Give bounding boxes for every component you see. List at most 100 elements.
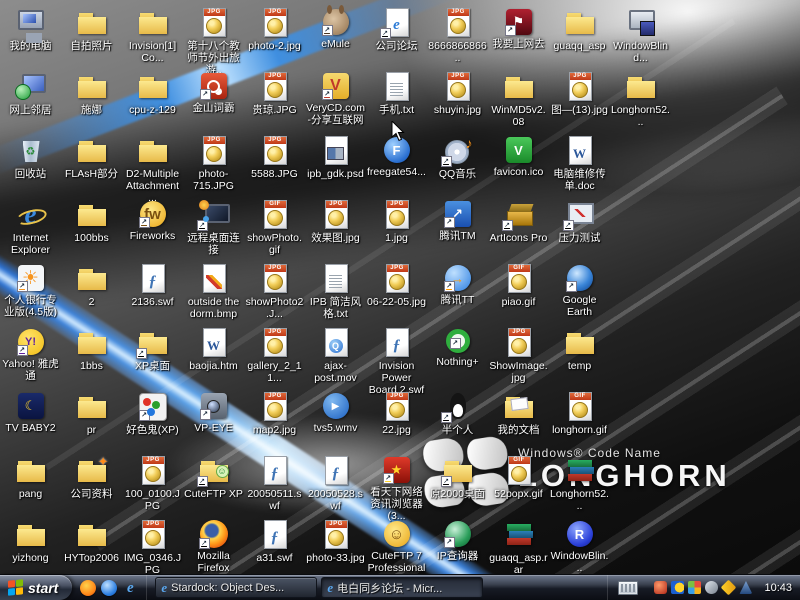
- desktop-icon[interactable]: JPGshowPhoto2.J...: [244, 262, 305, 320]
- taskbar-window-button[interactable]: e电白同乡论坛 - Micr...: [321, 577, 483, 598]
- desktop-icon[interactable]: 金山词霸: [183, 70, 244, 114]
- desktop-icon[interactable]: ★看天下网络资讯浏览器(3...: [366, 454, 427, 522]
- media-player-quicklaunch-icon[interactable]: [101, 580, 117, 596]
- firefox-quicklaunch-icon[interactable]: [80, 580, 96, 596]
- desktop-icon[interactable]: ƒ2136.swf: [122, 262, 183, 308]
- desktop-icon[interactable]: ipb_gdk.psd: [305, 134, 366, 180]
- desktop-icon[interactable]: VVeryCD.com -分享互联网: [305, 70, 366, 126]
- desktop-icon[interactable]: JPG06-22-05.jpg: [366, 262, 427, 308]
- desktop-icon[interactable]: GIFlonghorn.gif: [549, 390, 610, 436]
- taskbar-clock[interactable]: 10:43: [764, 582, 792, 594]
- desktop-icon[interactable]: Wbaojia.htm: [183, 326, 244, 372]
- desktop[interactable]: Windows® Code Name LONGHORN 我的电脑自拍照片Invi…: [0, 0, 800, 600]
- desktop-icon[interactable]: guaqq_asp: [549, 6, 610, 52]
- desktop-icon[interactable]: JPGShowImage.jpg: [488, 326, 549, 384]
- desktop-icon[interactable]: Mozilla Firefox: [183, 518, 244, 574]
- desktop-icon[interactable]: 好色鬼(XP): [122, 390, 183, 436]
- desktop-icon[interactable]: outside the dorm.bmp: [183, 262, 244, 320]
- desktop-icon[interactable]: JPGgallery_2_11...: [244, 326, 305, 384]
- desktop-icon[interactable]: pang: [0, 454, 61, 500]
- desktop-icon[interactable]: JPG第十八个教师节外出旅游..: [183, 6, 244, 76]
- desktop-icon[interactable]: WindowBlind...: [610, 6, 671, 64]
- desktop-icon[interactable]: yizhong: [0, 518, 61, 564]
- desktop-icon[interactable]: ▶tvs5.wmv: [305, 390, 366, 434]
- desktop-icon[interactable]: JPGIMG_0346.JPG: [122, 518, 183, 576]
- desktop-icon[interactable]: ƒ20050528.swf: [305, 454, 366, 512]
- desktop-icon[interactable]: 施娜: [61, 70, 122, 116]
- desktop-icon[interactable]: IP查询器: [427, 518, 488, 562]
- desktop-icon[interactable]: JPG1.jpg: [366, 198, 427, 244]
- tablet-pen-tray-icon[interactable]: [705, 581, 718, 594]
- desktop-icon[interactable]: JPG贵琼.JPG: [244, 70, 305, 116]
- desktop-icon[interactable]: Y!Yahoo! 雅虎通: [0, 326, 61, 382]
- desktop-icon[interactable]: temp: [549, 326, 610, 372]
- desktop-icon[interactable]: ☀个人银行专业版(4.5版): [0, 262, 61, 318]
- desktop-icon[interactable]: cpu-z-129: [122, 70, 183, 116]
- desktop-icon[interactable]: JPGshuyin.jpg: [427, 70, 488, 116]
- desktop-icon[interactable]: JPG100_0100.JPG: [122, 454, 183, 512]
- desktop-icon[interactable]: ƒa31.swf: [244, 518, 305, 564]
- desktop-icon[interactable]: D2-Multiple Attachment ...: [122, 134, 183, 204]
- desktop-icon[interactable]: 自拍照片: [61, 6, 122, 52]
- desktop-icon[interactable]: 公司资料: [61, 454, 122, 500]
- desktop-icon[interactable]: 回收站: [0, 134, 61, 180]
- desktop-icon[interactable]: W电脑维修传单.doc: [549, 134, 610, 192]
- desktop-icon[interactable]: ☾TV BABY2: [0, 390, 61, 434]
- desktop-icon[interactable]: guaqq_asp.rar: [488, 518, 549, 576]
- pencil-tool-tray-icon[interactable]: [721, 580, 737, 596]
- desktop-icon[interactable]: 半个人: [427, 390, 488, 436]
- desktop-icon[interactable]: IPB 简洁风格.txt: [305, 262, 366, 320]
- start-button[interactable]: start: [0, 575, 72, 600]
- desktop-icon[interactable]: JPGphoto-715.JPG: [183, 134, 244, 192]
- input-method-keyboard-icon[interactable]: [618, 581, 638, 595]
- desktop-icon[interactable]: 网上邻居: [0, 70, 61, 116]
- desktop-icon[interactable]: ajax-post.mov: [305, 326, 366, 384]
- desktop-icon[interactable]: pr: [61, 390, 122, 436]
- msn-cube-tray-icon[interactable]: [688, 581, 701, 594]
- desktop-icon[interactable]: fwFireworks: [122, 198, 183, 242]
- desktop-icon[interactable]: JPG22.jpg: [366, 390, 427, 436]
- taskbar-window-button[interactable]: eStardock: Object Des...: [155, 577, 317, 598]
- desktop-icon[interactable]: ArtIcons Pro: [488, 198, 549, 244]
- desktop-icon[interactable]: Vfavicon.ico: [488, 134, 549, 178]
- desktop-icon[interactable]: JPGphoto-33.jpg: [305, 518, 366, 564]
- desktop-icon[interactable]: Nothing+: [427, 326, 488, 368]
- desktop-icon[interactable]: 1bbs: [61, 326, 122, 372]
- desktop-icon[interactable]: RWindowBlin...: [549, 518, 610, 574]
- desktop-icon[interactable]: ⚑我要上网去: [488, 6, 549, 50]
- desktop-icon[interactable]: GIFshowPhoto.gif: [244, 198, 305, 256]
- desktop-icon[interactable]: 我的电脑: [0, 6, 61, 52]
- desktop-icon[interactable]: XP桌面: [122, 326, 183, 372]
- desktop-icon[interactable]: ↗腾讯TM: [427, 198, 488, 242]
- internet-explorer-quicklaunch-icon[interactable]: e: [122, 580, 138, 596]
- desktop-icon[interactable]: 原2000桌面: [427, 454, 488, 500]
- desktop-icon[interactable]: 手机.txt: [366, 70, 427, 116]
- desktop-icon[interactable]: FLAsH部分: [61, 134, 122, 180]
- desktop-icon[interactable]: 压力测试: [549, 198, 610, 244]
- desktop-icon[interactable]: e公司论坛: [366, 6, 427, 52]
- desktop-icon[interactable]: JPG8666866866..: [427, 6, 488, 64]
- desktop-icon[interactable]: ☺CuteFTP 7 Professional: [366, 518, 427, 574]
- desktop-icon[interactable]: 我的文档: [488, 390, 549, 436]
- desktop-icon[interactable]: Invision[1] Co...: [122, 6, 183, 64]
- desktop-icon[interactable]: eMule: [305, 6, 366, 50]
- desktop-icon[interactable]: 100bbs: [61, 198, 122, 244]
- desktop-icon[interactable]: VP-EYE: [183, 390, 244, 434]
- desktop-icon[interactable]: 远程桌面连接: [183, 198, 244, 256]
- desktop-icon[interactable]: Longhorn52...: [610, 70, 671, 128]
- desktop-icon[interactable]: GIF52popx.gif: [488, 454, 549, 500]
- desktop-icon[interactable]: JPG效果图.jpg: [305, 198, 366, 244]
- desktop-icon[interactable]: →腾讯TT: [427, 262, 488, 306]
- desktop-icon[interactable]: CuteFTP XP: [183, 454, 244, 500]
- desktop-icon[interactable]: ƒ20050511.swf: [244, 454, 305, 512]
- antivirus-tray-icon[interactable]: [654, 581, 667, 594]
- desktop-icon[interactable]: Internet Explorer: [0, 198, 61, 256]
- desktop-icon[interactable]: QQ音乐: [427, 134, 488, 180]
- desktop-icon[interactable]: ƒInvision Power Board 2.swf: [366, 326, 427, 396]
- desktop-icon[interactable]: HYTop2006: [61, 518, 122, 564]
- kugoo-tray-icon[interactable]: [671, 581, 684, 594]
- desktop-icon[interactable]: Google Earth: [549, 262, 610, 318]
- desktop-icon[interactable]: WinMD5v2.08: [488, 70, 549, 128]
- desktop-icon[interactable]: JPG5588.JPG: [244, 134, 305, 180]
- desktop-icon[interactable]: Longhorn52...: [549, 454, 610, 512]
